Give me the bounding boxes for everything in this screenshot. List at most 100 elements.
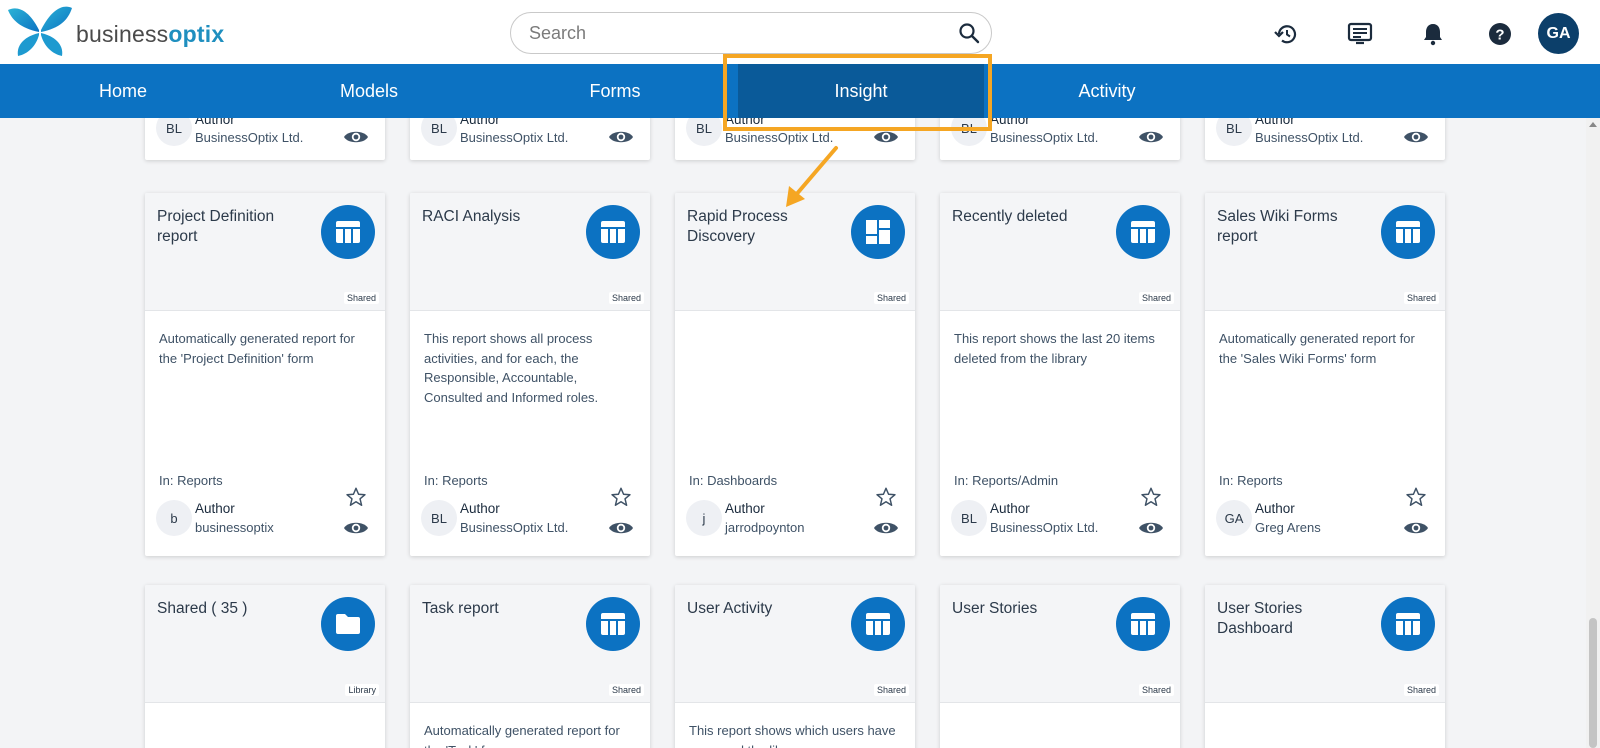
card-type-button[interactable]: [1116, 597, 1170, 651]
report-card-project-definition[interactable]: Project Definition report Shared Automat…: [145, 193, 385, 556]
card-description: Automatically generated report for the '…: [1219, 331, 1415, 366]
logo-text: businessoptix: [76, 21, 224, 48]
card-title[interactable]: Project Definition report: [157, 207, 307, 247]
search-input[interactable]: [529, 21, 929, 45]
card-type-button[interactable]: [321, 597, 375, 651]
card-type-button[interactable]: [321, 205, 375, 259]
folder-card-shared[interactable]: Shared ( 35 ) Library: [145, 585, 385, 748]
star-icon[interactable]: [610, 486, 632, 508]
card-title[interactable]: RACI Analysis: [422, 207, 572, 227]
help-icon[interactable]: ?: [1488, 22, 1512, 46]
report-card-user-stories[interactable]: User Stories Shared: [940, 585, 1180, 748]
table-icon: [336, 221, 360, 243]
report-card-user-activity[interactable]: User Activity Shared This report shows w…: [675, 585, 915, 748]
report-card[interactable]: BL Author BusinessOptix Ltd.: [145, 118, 385, 160]
scroll-up-arrow-icon[interactable]: [1589, 122, 1597, 127]
report-card[interactable]: BL Author BusinessOptix Ltd.: [1205, 118, 1445, 160]
card-title[interactable]: User Stories Dashboard: [1217, 599, 1367, 639]
table-icon: [1396, 613, 1420, 635]
star-icon[interactable]: [1405, 486, 1427, 508]
author-name: businessoptix: [195, 520, 274, 535]
card-location[interactable]: In: Reports: [159, 473, 223, 488]
author-avatar: b: [156, 500, 192, 536]
author-label: Author: [1255, 501, 1295, 516]
card-header: Task report Shared: [410, 585, 650, 703]
author-label: Author: [460, 118, 500, 127]
search-icon[interactable]: [957, 21, 981, 45]
card-description: This report shows the last 20 items dele…: [954, 331, 1155, 366]
table-icon: [1131, 613, 1155, 635]
eye-icon[interactable]: [1403, 128, 1429, 146]
report-card-raci-analysis[interactable]: RACI Analysis Shared This report shows a…: [410, 193, 650, 556]
eye-icon[interactable]: [873, 519, 899, 537]
card-location[interactable]: In: Reports: [424, 473, 488, 488]
author-avatar: BL: [1216, 118, 1252, 146]
table-icon: [1131, 221, 1155, 243]
star-icon[interactable]: [1140, 486, 1162, 508]
logo-text-optix: optix: [168, 20, 225, 47]
bell-icon[interactable]: [1422, 22, 1444, 46]
card-description: Automatically generated report for the '…: [159, 331, 355, 366]
author-name: BusinessOptix Ltd.: [460, 130, 569, 145]
eye-icon[interactable]: [1403, 519, 1429, 537]
report-card[interactable]: BL Author BusinessOptix Ltd.: [410, 118, 650, 160]
author-name: jarrodpoynton: [725, 520, 805, 535]
report-card-sales-wiki-forms[interactable]: Sales Wiki Forms report Shared Automatic…: [1205, 193, 1445, 556]
card-type-button[interactable]: [586, 205, 640, 259]
author-label: Author: [195, 501, 235, 516]
card-title[interactable]: Sales Wiki Forms report: [1217, 207, 1367, 247]
user-avatar[interactable]: GA: [1538, 13, 1579, 54]
card-title[interactable]: User Stories: [952, 599, 1102, 619]
author-label: Author: [195, 118, 235, 127]
card-type-button[interactable]: [1381, 597, 1435, 651]
svg-text:?: ?: [1495, 27, 1504, 44]
card-title[interactable]: Recently deleted: [952, 207, 1102, 227]
eye-icon[interactable]: [608, 128, 634, 146]
card-title[interactable]: Rapid Process Discovery: [687, 207, 837, 247]
card-title[interactable]: User Activity: [687, 599, 837, 619]
report-card-user-stories-dashboard[interactable]: User Stories Dashboard Shared: [1205, 585, 1445, 748]
report-card-task-report[interactable]: Task report Shared Automatically generat…: [410, 585, 650, 748]
card-location[interactable]: In: Dashboards: [689, 473, 777, 488]
nav-home[interactable]: Home: [0, 64, 246, 118]
card-header: User Activity Shared: [675, 585, 915, 703]
butterfly-logo-icon: [8, 6, 72, 56]
eye-icon[interactable]: [1138, 128, 1164, 146]
author-name: BusinessOptix Ltd.: [990, 520, 1099, 535]
card-location[interactable]: In: Reports/Admin: [954, 473, 1058, 488]
scrollbar-thumb[interactable]: [1589, 618, 1597, 748]
star-icon[interactable]: [345, 486, 367, 508]
table-icon: [601, 221, 625, 243]
search-box[interactable]: [510, 12, 992, 54]
shared-badge: Shared: [608, 292, 644, 304]
card-title[interactable]: Shared ( 35 ): [157, 599, 307, 619]
card-description: Automatically generated report for the '…: [424, 723, 620, 748]
eye-icon[interactable]: [1138, 519, 1164, 537]
card-type-button[interactable]: [586, 597, 640, 651]
card-type-button[interactable]: [851, 205, 905, 259]
author-name: BusinessOptix Ltd.: [725, 130, 834, 145]
card-type-button[interactable]: [1116, 205, 1170, 259]
card-description: This report shows which users have acces…: [689, 723, 896, 748]
table-icon: [1396, 221, 1420, 243]
eye-icon[interactable]: [608, 519, 634, 537]
vertical-scrollbar[interactable]: [1586, 118, 1600, 748]
eye-icon[interactable]: [343, 519, 369, 537]
nav-forms[interactable]: Forms: [492, 64, 738, 118]
eye-icon[interactable]: [343, 128, 369, 146]
author-avatar: BL: [951, 500, 987, 536]
logo[interactable]: businessoptix: [6, 2, 224, 60]
card-location[interactable]: In: Reports: [1219, 473, 1283, 488]
dashboard-card-rapid-process-discovery[interactable]: Rapid Process Discovery Shared In: Dashb…: [675, 193, 915, 556]
author-label: Author: [1255, 118, 1295, 127]
nav-activity[interactable]: Activity: [984, 64, 1230, 118]
history-icon[interactable]: [1273, 22, 1299, 46]
card-title[interactable]: Task report: [422, 599, 572, 619]
card-type-button[interactable]: [851, 597, 905, 651]
card-type-button[interactable]: [1381, 205, 1435, 259]
folder-icon: [336, 614, 360, 634]
star-icon[interactable]: [875, 486, 897, 508]
report-card-recently-deleted[interactable]: Recently deleted Shared This report show…: [940, 193, 1180, 556]
message-board-icon[interactable]: [1347, 22, 1373, 46]
nav-models[interactable]: Models: [246, 64, 492, 118]
